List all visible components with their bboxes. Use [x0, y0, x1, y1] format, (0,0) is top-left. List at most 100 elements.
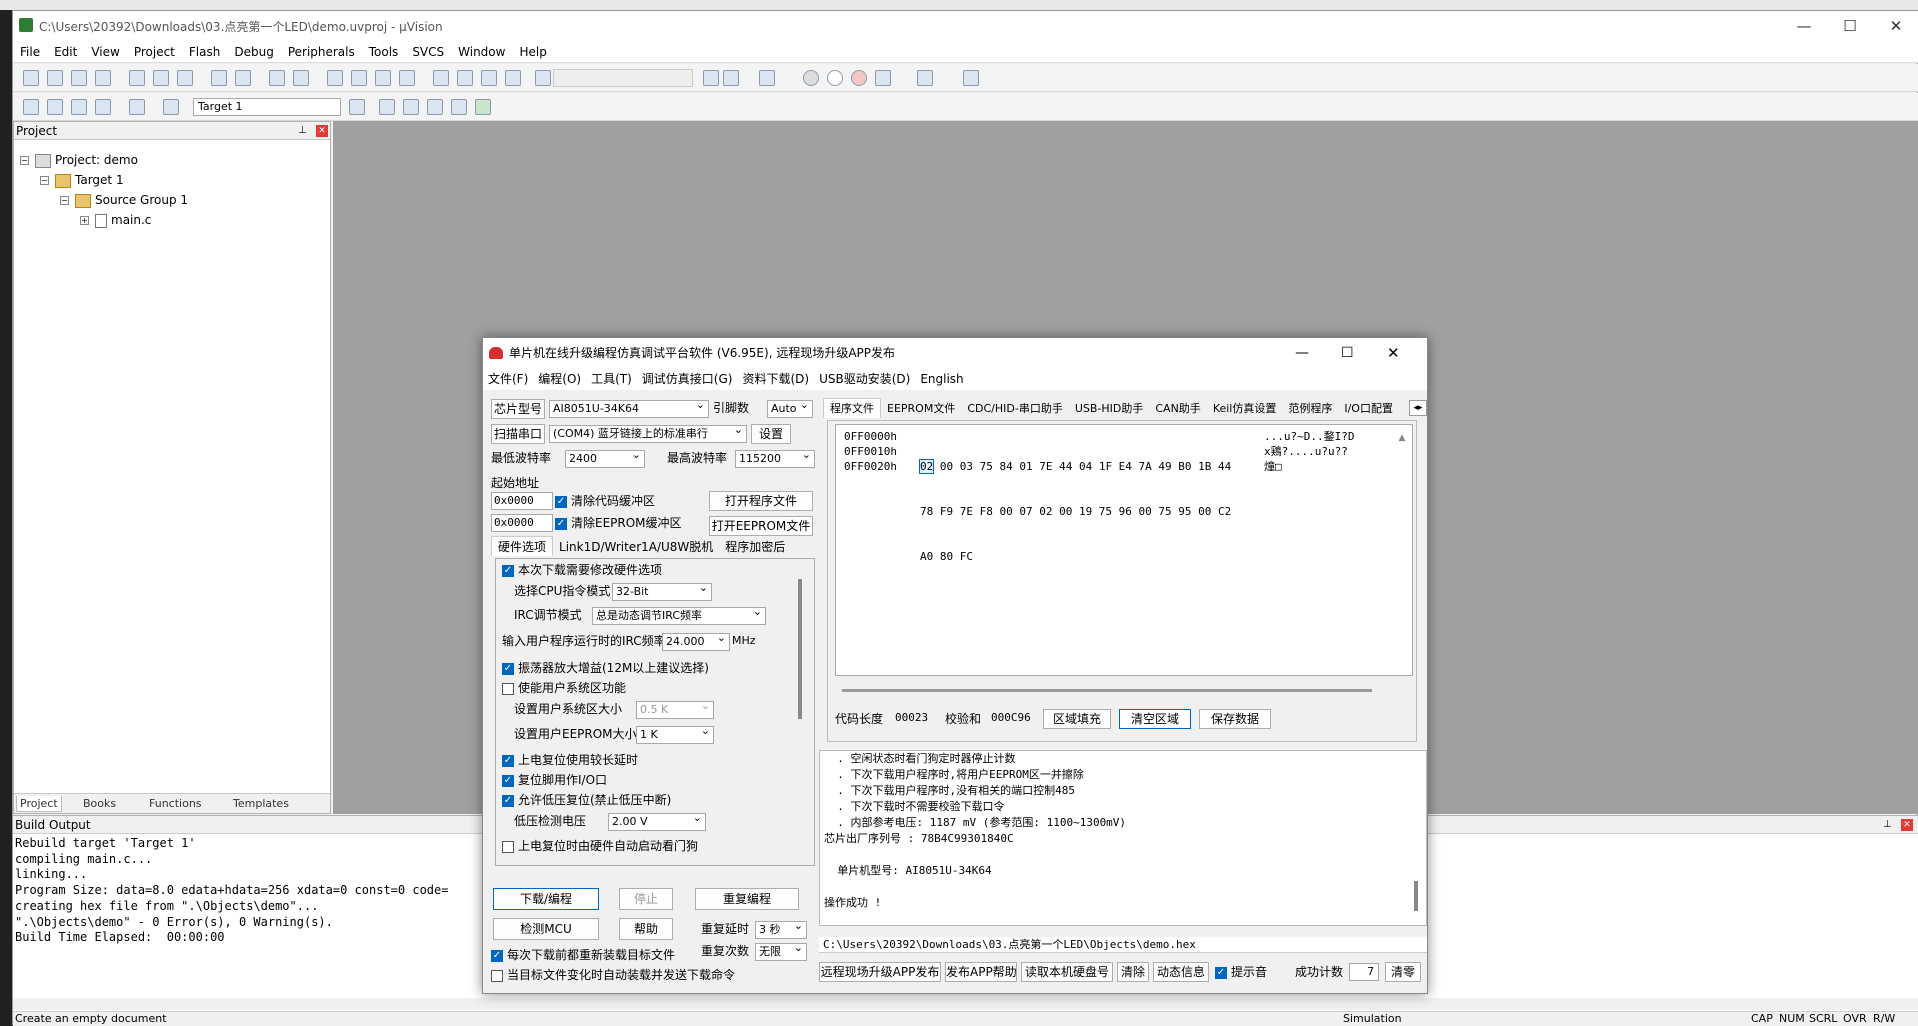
chip-select[interactable]: AI8051U-34K64 — [549, 400, 709, 418]
stc-isp-icon[interactable] — [475, 99, 491, 115]
low-volt-reset-checkbox[interactable]: ✓ 允许低压复位(禁止低压中断) — [502, 791, 671, 809]
beep-checkbox[interactable]: ✓ 提示音 — [1215, 963, 1267, 981]
paste-icon[interactable] — [177, 70, 193, 86]
pins-select[interactable]: Auto — [767, 400, 813, 418]
modify-hw-checkbox[interactable]: ✓ 本次下载需要修改硬件选项 — [502, 561, 662, 579]
reset-io-checkbox[interactable]: ✓ 复位脚用作I/O口 — [502, 771, 607, 789]
long-reset-checkbox[interactable]: ✓ 上电复位使用较长延时 — [502, 751, 638, 769]
stc-close-button[interactable]: ✕ — [1387, 338, 1400, 368]
clear-log-button[interactable]: 清除 — [1117, 962, 1149, 982]
port-settings-button[interactable]: 设置 — [751, 424, 791, 444]
open-eeprom-button[interactable]: 打开EEPROM文件 — [709, 516, 813, 536]
eeprom-address-input[interactable]: 0x0000 — [491, 514, 553, 532]
tree-project-root[interactable]: − Project: demo — [20, 152, 138, 168]
tree-source-group[interactable]: − Source Group 1 — [60, 192, 188, 208]
cpu-mode-select[interactable]: 32-Bit — [612, 583, 712, 601]
manage-components-icon[interactable] — [379, 99, 395, 115]
hex-cursor-byte[interactable]: 02 — [918, 459, 935, 474]
breakpoint-list-icon[interactable] — [875, 70, 891, 86]
tab-io-config[interactable]: I/O口配置 — [1338, 399, 1399, 418]
horizontal-scrollbar[interactable] — [13, 998, 1918, 1010]
detect-mcu-button[interactable]: 检测MCU — [493, 918, 599, 940]
log-scrollbar[interactable] — [1414, 881, 1418, 911]
tab-encrypt[interactable]: 程序加密后 — [719, 537, 791, 556]
help-button[interactable]: 帮助 — [619, 918, 673, 940]
checkbox-icon[interactable]: ✓ — [502, 794, 514, 807]
hex-view[interactable]: 0FF0000h 0FF0010h 0FF0020h 02 00 03 75 84 … — [835, 424, 1413, 692]
fill-area-button[interactable]: 区域填充 — [1043, 709, 1111, 729]
clear-code-checkbox[interactable]: ✓ 清除代码缓冲区 — [555, 492, 655, 510]
breakpoint-kill-icon[interactable] — [851, 70, 867, 86]
stc-menu-english[interactable]: English — [915, 368, 968, 390]
find-combo[interactable] — [553, 69, 693, 87]
panel-close-icon[interactable]: ✕ — [1901, 819, 1913, 831]
breakpoint-disable-icon[interactable] — [827, 70, 843, 86]
tab-books[interactable]: Books — [80, 796, 119, 812]
file-extensions-icon[interactable] — [403, 99, 419, 115]
nav-back-icon[interactable] — [269, 70, 285, 86]
nav-forward-icon[interactable] — [293, 70, 309, 86]
bookmark-prev-icon[interactable] — [351, 70, 367, 86]
tab-offline[interactable]: Link1D/Writer1A/U8W脱机 — [553, 537, 719, 556]
unindent-icon[interactable] — [457, 70, 473, 86]
chip-type-button[interactable]: 芯片型号 — [491, 399, 545, 419]
download-icon[interactable] — [163, 99, 179, 115]
eeprom-size-select[interactable]: 1 K — [636, 726, 714, 744]
collapse-icon[interactable]: − — [20, 156, 29, 165]
menu-svcs[interactable]: SVCS — [405, 41, 451, 63]
select-pack-icon[interactable] — [451, 99, 467, 115]
max-baud-select[interactable]: 115200 — [735, 450, 815, 468]
menu-tools[interactable]: Tools — [362, 41, 406, 63]
stop-button[interactable]: 停止 — [619, 888, 673, 910]
close-button[interactable]: ✕ — [1873, 11, 1918, 41]
clear-area-button[interactable]: 清空区域 — [1119, 709, 1191, 729]
reset-count-button[interactable]: 清零 — [1385, 962, 1421, 982]
open-icon[interactable] — [47, 70, 63, 86]
checkbox-icon[interactable]: ✓ — [502, 774, 514, 787]
options-scrollbar[interactable] — [798, 579, 802, 719]
read-disk-id-button[interactable]: 读取本机硬盘号 — [1021, 962, 1113, 982]
tab-examples[interactable]: 范例程序 — [1282, 399, 1338, 418]
stc-menu-file[interactable]: 文件(F) — [483, 368, 533, 390]
save-data-button[interactable]: 保存数据 — [1199, 709, 1271, 729]
panel-close-icon[interactable]: ✕ — [316, 125, 328, 137]
stc-menu-debug[interactable]: 调试仿真接口(G) — [637, 368, 738, 390]
target-select[interactable]: Target 1 — [193, 98, 341, 116]
min-baud-select[interactable]: 2400 — [565, 450, 645, 468]
save-icon[interactable] — [71, 70, 87, 86]
stc-menu-program[interactable]: 编程(O) — [533, 368, 586, 390]
checkbox-icon[interactable] — [502, 682, 514, 695]
debug-start-icon[interactable] — [759, 70, 775, 86]
repeat-program-button[interactable]: 重复编程 — [695, 888, 799, 910]
user-sys-checkbox[interactable]: 使能用户系统区功能 — [502, 679, 626, 697]
open-program-button[interactable]: 打开程序文件 — [709, 491, 813, 511]
comment-icon[interactable] — [481, 70, 497, 86]
pin-icon[interactable]: ⊥ — [298, 122, 307, 140]
menu-project[interactable]: Project — [127, 41, 182, 63]
stc-minimize-button[interactable]: — — [1295, 338, 1309, 368]
stc-menu-tools[interactable]: 工具(T) — [586, 368, 637, 390]
stc-menu-usb[interactable]: USB驱动安装(D) — [814, 368, 915, 390]
uncomment-icon[interactable] — [505, 70, 521, 86]
stc-menu-download[interactable]: 资料下载(D) — [737, 368, 814, 390]
irc-mode-select[interactable]: 总是动态调节IRC频率 — [592, 607, 766, 625]
tab-usb-hid[interactable]: USB-HID助手 — [1069, 399, 1150, 418]
tab-hardware-options[interactable]: 硬件选项 — [491, 536, 554, 556]
tab-templates[interactable]: Templates — [230, 796, 292, 812]
target-options-icon[interactable] — [349, 99, 365, 115]
port-select[interactable]: (COM4) 蓝牙链接上的标准串行 — [549, 425, 747, 443]
repeat-delay-select[interactable]: 3 秒 — [755, 921, 807, 939]
menu-view[interactable]: View — [84, 41, 126, 63]
incremental-find-icon[interactable] — [723, 70, 739, 86]
tree-target[interactable]: − Target 1 — [40, 172, 124, 188]
window-layout-icon[interactable] — [917, 70, 933, 86]
osc-gain-checkbox[interactable]: ✓ 振荡器放大增益(12M以上建议选择) — [502, 659, 709, 677]
checkbox-icon[interactable]: ✓ — [502, 754, 514, 767]
tab-serial-helper[interactable]: CDC/HID-串口助手 — [961, 399, 1069, 418]
maximize-button[interactable]: ☐ — [1827, 11, 1873, 41]
auto-send-checkbox[interactable]: 当目标文件变化时自动装载并发送下载命令 — [491, 966, 735, 984]
pin-icon[interactable]: ⊥ — [1883, 816, 1892, 834]
checkbox-icon[interactable] — [502, 840, 514, 853]
find-in-files-icon[interactable] — [535, 70, 551, 86]
bookmark-icon[interactable] — [327, 70, 343, 86]
